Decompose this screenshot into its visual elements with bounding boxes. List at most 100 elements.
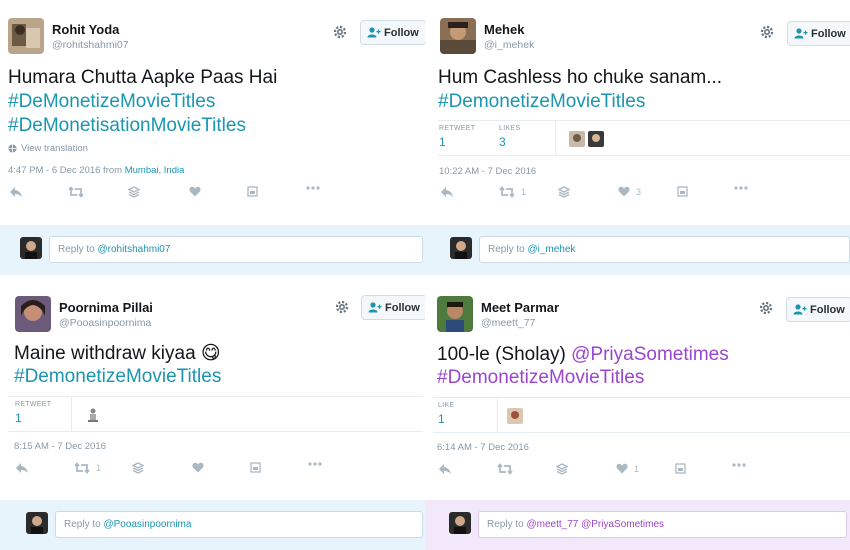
follow-button[interactable]: Follow — [361, 295, 425, 320]
tweet-card-meet: Meet Parmar @meett_77 Follow 100-le (Sho… — [425, 275, 850, 550]
gear-icon[interactable] — [758, 300, 774, 316]
retweet-stat-value: 1 — [439, 135, 446, 149]
stats-divider — [555, 121, 556, 155]
tweet-stats: RETWEET 1 — [8, 396, 423, 432]
retweet-stat[interactable]: RETWEET 1 — [15, 401, 51, 425]
like-action[interactable]: 1 — [616, 463, 639, 474]
like-stat[interactable]: LIKE 1 — [438, 402, 454, 426]
tweet-actions: 1 3 — [425, 186, 850, 206]
author-handle[interactable]: @i_mehek — [484, 39, 534, 51]
tweet-timestamp[interactable]: 10:22 AM - 7 Dec 2016 — [439, 166, 536, 177]
avatar[interactable] — [8, 18, 44, 54]
stats-divider — [497, 398, 498, 432]
hashtag-link[interactable]: #DeMonetizeMovieTitles — [8, 90, 215, 114]
analytics-icon[interactable] — [247, 186, 258, 197]
reply-icon[interactable] — [440, 186, 454, 198]
author-name[interactable]: Poornima Pillai — [59, 300, 153, 315]
hashtag-link[interactable]: #DemonetizeMovieTitles — [14, 365, 221, 389]
retweet-stat-value: 1 — [15, 411, 22, 425]
reply-input[interactable]: Reply to @rohitshahmi07 — [49, 236, 423, 263]
reply-icon[interactable] — [438, 463, 452, 475]
more-icon[interactable] — [734, 186, 748, 190]
retweet-icon — [74, 462, 90, 474]
hashtag-link[interactable]: #DemonetizeMovieTitles — [437, 366, 644, 390]
reply-icon[interactable] — [9, 186, 23, 198]
analytics-icon[interactable] — [250, 462, 261, 473]
author-handle[interactable]: @Pooasinpoornima — [59, 317, 151, 329]
retweet-icon[interactable] — [68, 186, 84, 198]
add-user-icon — [794, 28, 808, 39]
more-icon[interactable] — [732, 463, 746, 467]
tweet-text-line: Hum Cashless ho chuke sanam... — [438, 67, 723, 88]
tweet-card-rohit: Rohit Yoda @rohitshahmi07 Follow Humara … — [0, 0, 425, 275]
reply-icon[interactable] — [15, 462, 29, 474]
reply-mention: @meett_77 @PriyaSometimes — [526, 519, 665, 530]
reply-placeholder: Reply to — [488, 244, 528, 255]
location-link[interactable]: Mumbai, India — [125, 165, 185, 176]
hashtag-link[interactable]: #DemonetizeMovieTitles — [438, 90, 645, 114]
tweet-text: Maine withdraw kiyaa — [14, 343, 196, 364]
avatar[interactable] — [15, 296, 51, 332]
more-icon[interactable] — [306, 186, 320, 190]
retweet-icon[interactable] — [497, 463, 513, 475]
likes-stat[interactable]: LIKES 3 — [499, 125, 520, 149]
likers-list — [85, 407, 101, 423]
reply-input[interactable]: Reply to @Pooasinpoornima — [55, 511, 423, 538]
heart-icon — [616, 463, 628, 474]
analytics-icon[interactable] — [675, 463, 686, 474]
follow-button[interactable]: Follow — [786, 297, 850, 322]
retweet-action[interactable]: 1 — [74, 462, 101, 474]
likers-list — [507, 408, 523, 424]
retweet-count: 1 — [96, 463, 102, 473]
layers-icon[interactable] — [128, 186, 140, 198]
layers-icon[interactable] — [556, 463, 568, 475]
avatar[interactable] — [437, 296, 473, 332]
author-name[interactable]: Rohit Yoda — [52, 22, 119, 37]
gear-icon[interactable] — [334, 299, 350, 315]
liker-avatar[interactable] — [569, 131, 585, 147]
liker-avatar[interactable] — [507, 408, 523, 424]
reply-placeholder: Reply to — [64, 519, 104, 530]
tweet-timestamp[interactable]: 6:14 AM - 7 Dec 2016 — [437, 442, 529, 453]
reply-input[interactable]: Reply to @i_mehek — [479, 236, 850, 263]
retweet-stat[interactable]: RETWEET 1 — [439, 125, 475, 149]
follow-label: Follow — [384, 26, 419, 39]
liker-avatar[interactable] — [588, 131, 604, 147]
author-handle[interactable]: @meett_77 — [481, 317, 535, 329]
tweet-timestamp: 4:47 PM - 6 Dec 2016 from Mumbai, India — [8, 165, 184, 176]
view-translation-link[interactable]: View translation — [8, 143, 88, 154]
hashtag-link[interactable]: #DeMonetisationMovieTitles — [8, 114, 246, 138]
tweet-stats: RETWEET 1 LIKES 3 — [438, 120, 850, 156]
my-avatar — [20, 237, 42, 259]
heart-icon[interactable] — [189, 186, 201, 197]
liker-avatar[interactable] — [85, 407, 101, 423]
retweet-action[interactable]: 1 — [499, 186, 526, 198]
tweet-text: 100-le (Sholay) — [437, 344, 572, 365]
retweet-stat-label: RETWEET — [15, 401, 52, 408]
tweet-timestamp[interactable]: 8:15 AM - 7 Dec 2016 — [14, 441, 106, 452]
layers-icon[interactable] — [132, 462, 144, 474]
heart-icon — [618, 186, 630, 197]
tweet-stats: LIKE 1 — [433, 397, 850, 433]
mention-link[interactable]: @PriyaSometimes — [571, 344, 729, 365]
heart-icon[interactable] — [192, 462, 204, 473]
gear-icon[interactable] — [759, 24, 775, 40]
likes-stat-value: 3 — [499, 135, 506, 149]
author-name[interactable]: Mehek — [484, 22, 524, 37]
tweet-text-line: Maine withdraw kiyaa 😋 — [14, 342, 221, 366]
follow-label: Follow — [385, 301, 420, 314]
follow-button[interactable]: Follow — [787, 21, 850, 46]
layers-icon[interactable] — [558, 186, 570, 198]
author-handle[interactable]: @rohitshahmi07 — [52, 39, 129, 51]
like-action[interactable]: 3 — [618, 186, 641, 197]
reply-input[interactable]: Reply to @meett_77 @PriyaSometimes — [478, 511, 847, 538]
author-name[interactable]: Meet Parmar — [481, 300, 559, 315]
gear-icon[interactable] — [332, 24, 348, 40]
follow-button[interactable]: Follow — [360, 20, 425, 45]
my-avatar — [26, 512, 48, 534]
timestamp-text[interactable]: 4:47 PM - 6 Dec 2016 from — [8, 165, 125, 176]
analytics-icon[interactable] — [677, 186, 688, 197]
more-icon[interactable] — [308, 462, 322, 466]
tweet-text-line: 100-le (Sholay) @PriyaSometimes — [437, 343, 729, 367]
avatar[interactable] — [440, 18, 476, 54]
